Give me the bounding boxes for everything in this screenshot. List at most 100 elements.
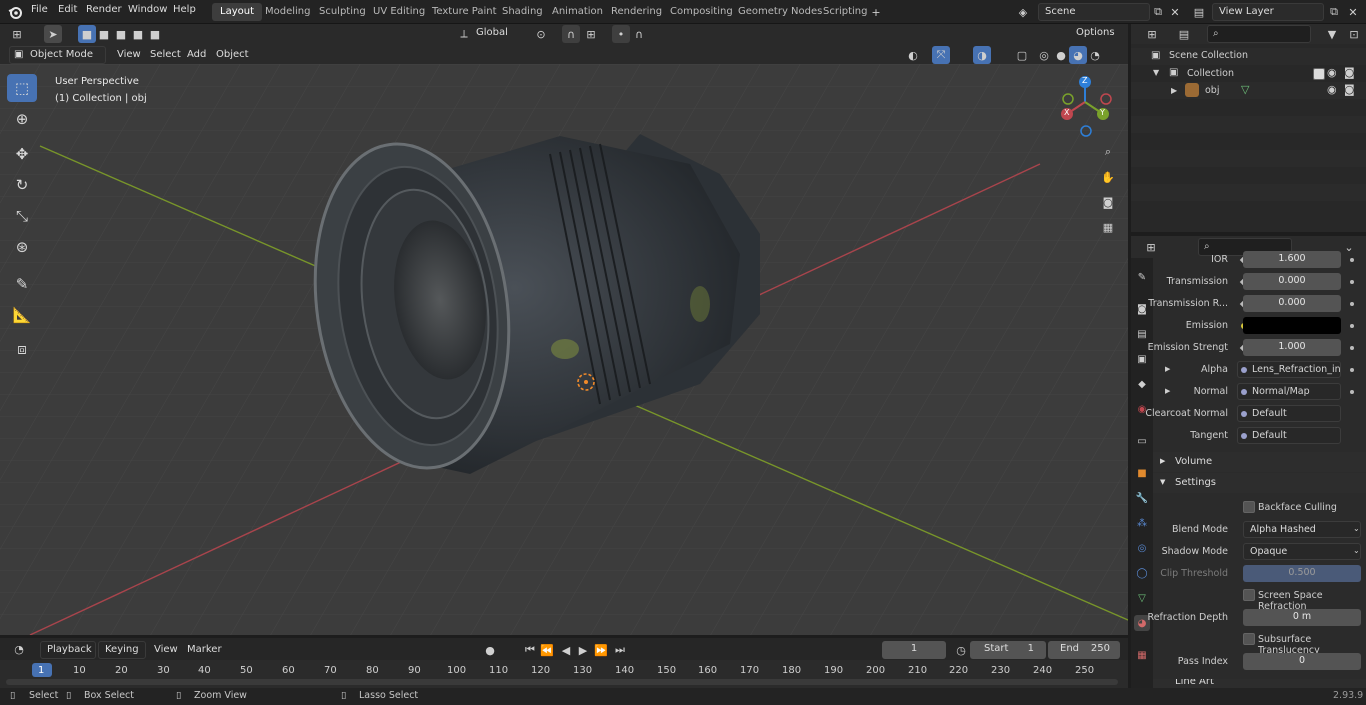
- zoom-icon[interactable]: ⌕: [1099, 143, 1117, 161]
- scene-name-field[interactable]: Scene: [1038, 3, 1150, 21]
- clock-icon[interactable]: ◷: [952, 641, 970, 659]
- timeline-view-menu[interactable]: View: [154, 644, 178, 655]
- shadow-mode-dropdown[interactable]: Opaque: [1243, 543, 1361, 560]
- constraints-tab-icon[interactable]: ◯: [1134, 565, 1150, 581]
- collection-expand-icon[interactable]: ▼: [1153, 68, 1159, 77]
- object-visibility-icon[interactable]: ◉: [1327, 83, 1337, 96]
- mode-dropdown[interactable]: Object Mode: [9, 46, 106, 64]
- pivot-point-icon[interactable]: ⊙: [532, 25, 550, 43]
- snap-icon[interactable]: ∩: [562, 25, 580, 43]
- select-mode-extend-icon[interactable]: ■: [95, 25, 113, 43]
- current-frame-field[interactable]: 1: [882, 641, 946, 659]
- tab-animation[interactable]: Animation: [544, 3, 611, 21]
- wireframe-shading-icon[interactable]: ◎: [1035, 46, 1053, 64]
- new-scene-icon[interactable]: ⧉: [1149, 3, 1167, 21]
- editor-type-icon[interactable]: ⊞: [8, 25, 26, 43]
- xray-toggle-icon[interactable]: ▢: [1013, 46, 1031, 64]
- add-cube-tool-icon[interactable]: ⧈: [7, 335, 37, 363]
- start-frame-field[interactable]: Start 1: [970, 641, 1046, 659]
- proportional-edit-icon[interactable]: •: [612, 25, 630, 43]
- settings-panel-header[interactable]: ▼ Settings: [1153, 473, 1366, 493]
- menu-edit[interactable]: Edit: [58, 4, 77, 15]
- timeline-scrollbar[interactable]: [6, 679, 1118, 685]
- refraction-depth-field[interactable]: 0 m: [1243, 609, 1361, 626]
- gizmo-z-label[interactable]: Z: [1082, 76, 1087, 85]
- normal-link-field[interactable]: Normal/Map: [1237, 383, 1341, 400]
- tool-tab-icon[interactable]: ✎: [1134, 269, 1150, 285]
- play-reverse-icon[interactable]: ◀: [557, 641, 575, 659]
- 3d-viewport[interactable]: Z X Y User Perspective (1) Collection | …: [0, 64, 1128, 635]
- rendered-shading-icon[interactable]: ◔: [1086, 46, 1104, 64]
- jump-end-icon[interactable]: ⏭: [611, 641, 629, 659]
- tab-rendering[interactable]: Rendering: [603, 3, 670, 21]
- object-tab-icon[interactable]: ■: [1134, 465, 1150, 481]
- scale-tool-icon[interactable]: ⤡: [7, 202, 37, 230]
- modifier-tab-icon[interactable]: 🔧: [1134, 490, 1150, 506]
- select-tool-icon[interactable]: ➤: [44, 25, 62, 43]
- prev-keyframe-icon[interactable]: ⏪: [538, 641, 556, 659]
- keyframe-icon[interactable]: [1350, 346, 1354, 350]
- view-layer-tab-icon[interactable]: ▣: [1134, 351, 1150, 367]
- select-mode-new-icon[interactable]: ■: [78, 25, 96, 43]
- play-icon[interactable]: ▶: [574, 641, 592, 659]
- tab-layout[interactable]: Layout: [212, 3, 262, 21]
- volume-panel-header[interactable]: ▶ Volume: [1153, 452, 1366, 472]
- end-frame-field[interactable]: End 250: [1048, 641, 1120, 659]
- move-tool-icon[interactable]: ✥: [7, 140, 37, 168]
- particles-tab-icon[interactable]: ⁂: [1134, 515, 1150, 531]
- select-box-tool-icon[interactable]: ⬚: [7, 74, 37, 102]
- cursor-tool-icon[interactable]: ⊕: [7, 105, 37, 133]
- new-collection-icon[interactable]: ⊡: [1345, 25, 1363, 43]
- menu-window[interactable]: Window: [128, 4, 167, 15]
- menu-help[interactable]: Help: [173, 4, 196, 15]
- measure-tool-icon[interactable]: 📐: [7, 301, 37, 329]
- snap-target-icon[interactable]: ⊞: [582, 25, 600, 43]
- timeline-keying-menu[interactable]: Keying: [98, 641, 146, 659]
- ssr-checkbox[interactable]: [1243, 589, 1255, 601]
- expand-arrow-icon[interactable]: ▶: [1165, 387, 1170, 395]
- transmission-field[interactable]: 0.000: [1243, 273, 1341, 290]
- rotate-tool-icon[interactable]: ↻: [7, 171, 37, 199]
- keyframe-icon[interactable]: [1350, 368, 1354, 372]
- physics-tab-icon[interactable]: ◎: [1134, 540, 1150, 556]
- outliner-display-mode-icon[interactable]: ▤: [1175, 25, 1193, 43]
- overlay-toggle-icon[interactable]: ◑: [973, 46, 991, 64]
- object-render-icon[interactable]: ◙: [1344, 83, 1355, 96]
- keyframe-icon[interactable]: [1350, 390, 1354, 394]
- menu-file[interactable]: File: [31, 4, 48, 15]
- menu-render[interactable]: Render: [86, 4, 122, 15]
- subsurface-translucency-checkbox[interactable]: [1243, 633, 1255, 645]
- solid-shading-icon[interactable]: ●: [1052, 46, 1070, 64]
- texture-tab-icon[interactable]: ▦: [1134, 647, 1150, 663]
- tab-modeling[interactable]: Modeling: [257, 3, 319, 21]
- gizmo-y-label[interactable]: Y: [1100, 108, 1105, 117]
- select-mode-intersect-icon[interactable]: ■: [146, 25, 164, 43]
- tab-uv-editing[interactable]: UV Editing: [365, 3, 433, 21]
- data-tab-icon[interactable]: ▽: [1134, 590, 1150, 606]
- scene-collection-label[interactable]: Scene Collection: [1169, 50, 1248, 61]
- tab-texture-paint[interactable]: Texture Paint: [424, 3, 505, 21]
- select-mode-invert-icon[interactable]: ■: [129, 25, 147, 43]
- keyframe-icon[interactable]: [1350, 324, 1354, 328]
- next-keyframe-icon[interactable]: ⏩: [592, 641, 610, 659]
- tab-shading[interactable]: Shading: [494, 3, 551, 21]
- tangent-field[interactable]: Default: [1237, 427, 1341, 444]
- material-shading-icon[interactable]: ◕: [1069, 46, 1087, 64]
- backface-culling-checkbox[interactable]: [1243, 501, 1255, 513]
- output-tab-icon[interactable]: ▤: [1134, 326, 1150, 342]
- add-workspace-icon[interactable]: +: [867, 3, 885, 21]
- line-art-panel-header[interactable]: Line Art: [1153, 679, 1366, 688]
- viewport-menu-view[interactable]: View: [117, 49, 141, 60]
- expand-arrow-icon[interactable]: ▶: [1165, 365, 1170, 373]
- transmission-roughness-field[interactable]: 0.000: [1243, 295, 1341, 312]
- delete-view-layer-icon[interactable]: ✕: [1344, 3, 1362, 21]
- outliner-search[interactable]: [1207, 25, 1311, 43]
- visibility-icon[interactable]: ◐: [904, 46, 922, 64]
- collection-tab-icon[interactable]: ▭: [1134, 433, 1150, 449]
- keyframe-icon[interactable]: [1350, 302, 1354, 306]
- pan-hand-icon[interactable]: ✋: [1099, 168, 1117, 186]
- select-mode-subtract-icon[interactable]: ■: [112, 25, 130, 43]
- collection-render-icon[interactable]: ◙: [1344, 66, 1355, 79]
- pass-index-field[interactable]: 0: [1243, 653, 1361, 670]
- new-view-layer-icon[interactable]: ⧉: [1325, 3, 1343, 21]
